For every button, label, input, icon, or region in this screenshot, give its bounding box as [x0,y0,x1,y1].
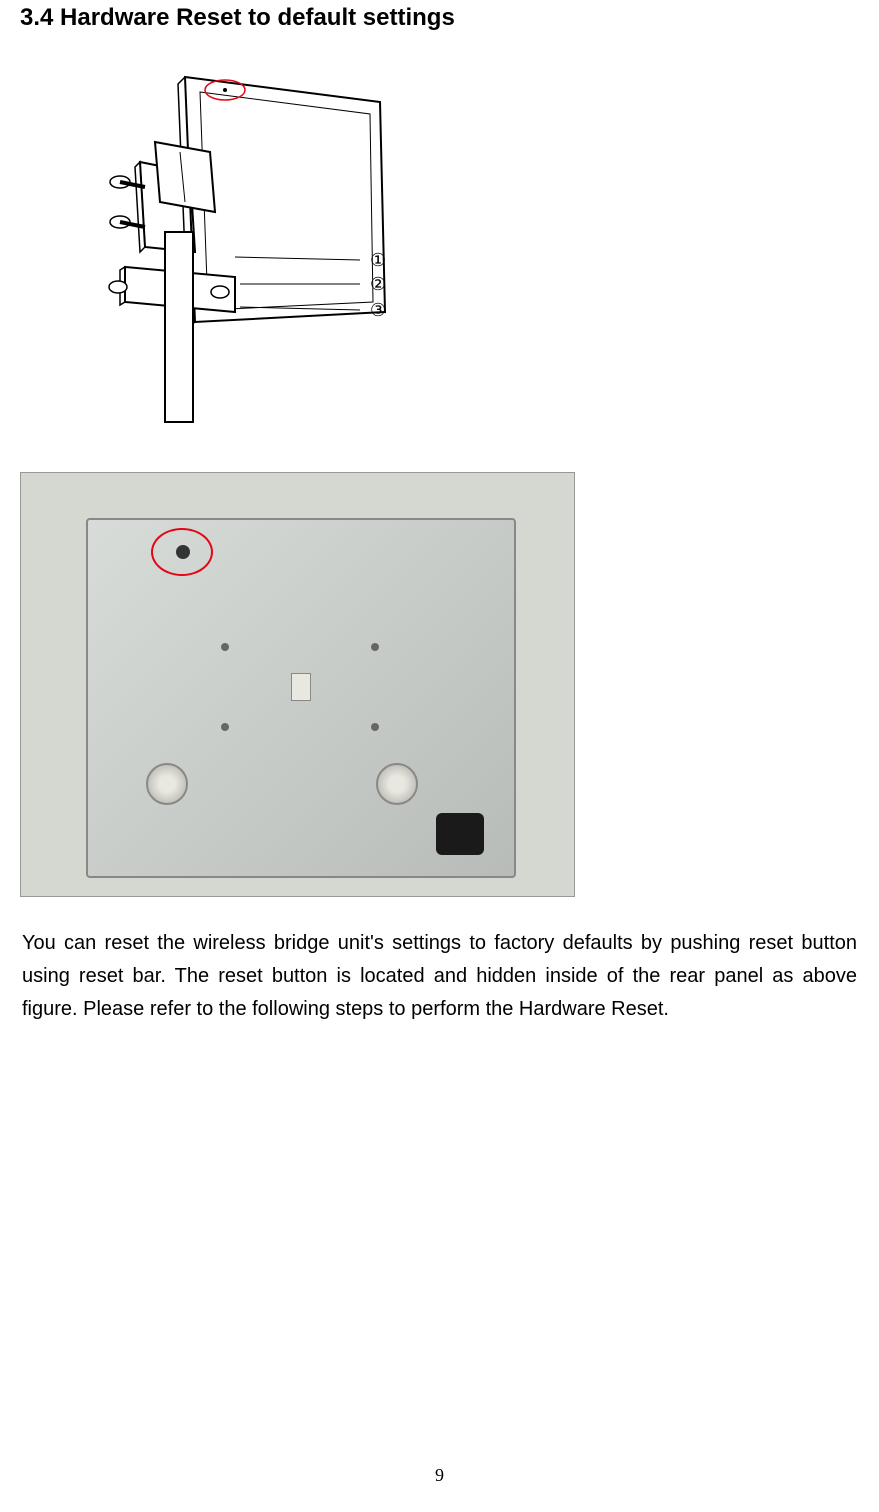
mount-hole [221,723,229,731]
callout-label-2: ② [370,274,386,294]
device-rear-photo [20,472,575,897]
center-mount-bolt [291,673,311,701]
connector-left [146,763,188,805]
ethernet-port [436,813,484,855]
section-heading: 3.4 Hardware Reset to default settings [20,0,859,52]
page-number: 9 [0,1465,879,1486]
mount-hole [371,643,379,651]
mounting-bracket-diagram: ① ② ③ [70,52,440,432]
mount-hole [371,723,379,731]
mounting-diagram-figure: ① ② ③ [70,52,440,432]
mount-hole [221,643,229,651]
connector-right [376,763,418,805]
callout-label-3: ③ [370,300,386,320]
body-paragraph: You can reset the wireless bridge unit's… [20,927,859,1026]
reset-highlight-circle [151,528,213,576]
callout-label-1: ① [370,250,386,270]
